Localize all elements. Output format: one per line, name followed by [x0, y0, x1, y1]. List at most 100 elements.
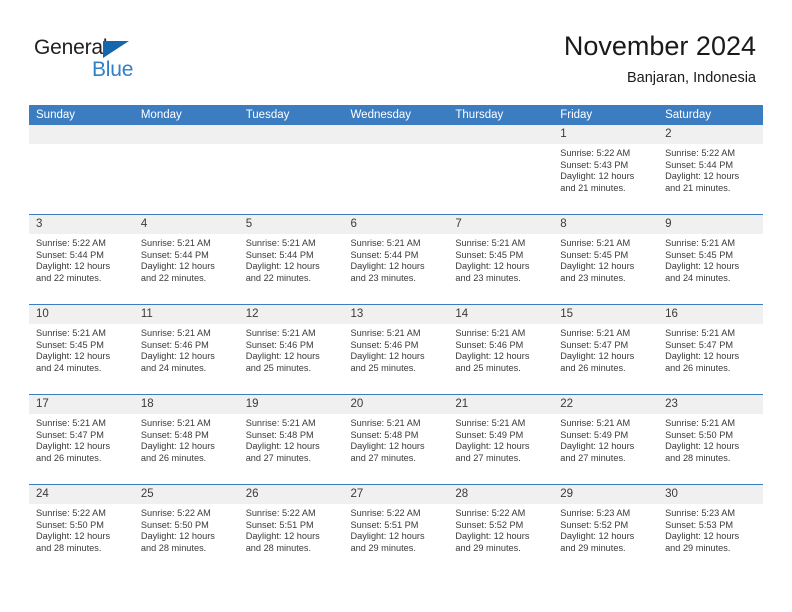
sunrise-text: Sunrise: 5:22 AM [350, 508, 421, 518]
title-block: November 2024 Banjaran, Indonesia [564, 30, 756, 88]
calendar-day-cell[interactable]: 28 Sunrise: 5:22 AM Sunset: 5:52 PM Dayligh… [448, 484, 554, 574]
calendar-cell-empty [343, 125, 449, 215]
daylight-text-line2: and 29 minutes. [350, 542, 416, 553]
calendar-day-cell[interactable]: 18 Sunrise: 5:21 AM Sunset: 5:48 PM Dayligh… [133, 394, 239, 485]
calendar-day-cell[interactable]: 20 Sunrise: 5:21 AM Sunset: 5:48 PM Dayligh… [343, 394, 449, 485]
sunrise-text: Sunrise: 5:21 AM [36, 418, 106, 428]
sunrise-text: Sunrise: 5:21 AM [455, 418, 526, 428]
calendar-day-cell[interactable]: 24 Sunrise: 5:22 AM Sunset: 5:50 PM Dayligh… [29, 484, 134, 574]
day-details: Sunrise: 5:22 AM Sunset: 5:50 PM Daylight:… [134, 504, 239, 554]
day-details: Sunrise: 5:21 AM Sunset: 5:45 PM Daylight:… [553, 234, 658, 284]
calendar-day-cell[interactable]: 13 Sunrise: 5:21 AM Sunset: 5:46 PM Dayligh… [343, 304, 449, 395]
calendar-day-cell[interactable]: 8 Sunrise: 5:21 AM Sunset: 5:45 PM Daylight… [553, 214, 659, 305]
sunset-text: Sunset: 5:47 PM [560, 339, 629, 350]
daylight-text-line2: and 26 minutes. [560, 362, 626, 373]
calendar-cell-empty [238, 125, 344, 215]
day-details: Sunrise: 5:21 AM Sunset: 5:44 PM Daylight:… [344, 234, 449, 284]
daylight-text-line2: and 21 minutes. [560, 182, 626, 193]
sunrise-text: Sunrise: 5:21 AM [140, 238, 211, 248]
calendar-day-cell[interactable]: 16 Sunrise: 5:21 AM Sunset: 5:47 PM Dayligh… [658, 304, 763, 395]
calendar-cell-empty [29, 125, 134, 215]
day-number: 11 [133, 305, 239, 324]
day-number: 2 [658, 125, 763, 144]
daylight-text-line1: Daylight: 12 hours [560, 261, 635, 272]
calendar-day-cell[interactable]: 4 Sunrise: 5:21 AM Sunset: 5:44 PM Daylight… [133, 214, 239, 305]
day-number: 28 [448, 485, 554, 504]
calendar-day-cell[interactable]: 5 Sunrise: 5:21 AM Sunset: 5:44 PM Daylight… [238, 214, 344, 305]
calendar-day-cell[interactable]: 27 Sunrise: 5:22 AM Sunset: 5:51 PM Dayligh… [343, 484, 449, 574]
weekday-header-tuesday: Tuesday [238, 105, 344, 125]
page-header: General Blue November 2024 Banjaran, Ind… [0, 0, 792, 104]
sunrise-text: Sunrise: 5:23 AM [560, 508, 631, 518]
sunset-text: Sunset: 5:44 PM [350, 249, 419, 260]
day-details: Sunrise: 5:21 AM Sunset: 5:45 PM Daylight:… [448, 234, 553, 284]
daylight-text-line2: and 22 minutes. [36, 272, 102, 283]
calendar-day-cell[interactable]: 15 Sunrise: 5:21 AM Sunset: 5:47 PM Dayligh… [553, 304, 659, 395]
daylight-text-line1: Daylight: 12 hours [140, 531, 215, 542]
day-number [238, 125, 344, 144]
calendar-day-cell[interactable]: 30 Sunrise: 5:23 AM Sunset: 5:53 PM Dayligh… [658, 484, 763, 574]
calendar-day-cell[interactable]: 19 Sunrise: 5:21 AM Sunset: 5:48 PM Dayligh… [238, 394, 344, 485]
day-details: Sunrise: 5:22 AM Sunset: 5:50 PM Daylight:… [29, 504, 134, 554]
day-details: Sunrise: 5:23 AM Sunset: 5:53 PM Daylight:… [658, 504, 763, 554]
calendar-day-cell[interactable]: 1 Sunrise: 5:22 AM Sunset: 5:43 PM Daylight… [553, 125, 659, 215]
calendar-day-cell[interactable]: 29 Sunrise: 5:23 AM Sunset: 5:52 PM Dayligh… [553, 484, 659, 574]
calendar-week-row: 1 Sunrise: 5:22 AM Sunset: 5:43 PM Daylight… [29, 125, 763, 215]
sunrise-text: Sunrise: 5:21 AM [350, 238, 421, 248]
calendar-day-cell[interactable]: 26 Sunrise: 5:22 AM Sunset: 5:51 PM Dayligh… [238, 484, 344, 574]
calendar-day-cell[interactable]: 6 Sunrise: 5:21 AM Sunset: 5:44 PM Daylight… [343, 214, 449, 305]
calendar-day-cell[interactable]: 22 Sunrise: 5:21 AM Sunset: 5:49 PM Dayligh… [553, 394, 659, 485]
calendar-day-cell[interactable]: 23 Sunrise: 5:21 AM Sunset: 5:50 PM Dayligh… [658, 394, 763, 485]
calendar-week-row: 24 Sunrise: 5:22 AM Sunset: 5:50 PM Dayligh… [29, 484, 763, 574]
daylight-text-line2: and 29 minutes. [455, 542, 521, 553]
day-details: Sunrise: 5:22 AM Sunset: 5:43 PM Daylight:… [553, 144, 658, 194]
sunset-text: Sunset: 5:51 PM [245, 519, 314, 530]
sunset-text: Sunset: 5:45 PM [665, 249, 733, 260]
calendar-day-cell[interactable]: 14 Sunrise: 5:21 AM Sunset: 5:46 PM Dayligh… [448, 304, 554, 395]
day-details: Sunrise: 5:21 AM Sunset: 5:46 PM Daylight:… [239, 324, 344, 374]
calendar-day-cell[interactable]: 25 Sunrise: 5:22 AM Sunset: 5:50 PM Dayligh… [133, 484, 239, 574]
daylight-text-line2: and 28 minutes. [140, 542, 207, 553]
sunrise-text: Sunrise: 5:22 AM [455, 508, 526, 518]
weekday-header-friday: Friday [553, 105, 659, 125]
calendar-table: Sunday Monday Tuesday Wednesday Thursday… [29, 105, 763, 574]
day-details: Sunrise: 5:21 AM Sunset: 5:48 PM Daylight:… [134, 414, 239, 464]
general-blue-logo[interactable]: General Blue [34, 36, 164, 84]
day-number: 25 [133, 485, 239, 504]
day-number: 9 [658, 215, 763, 234]
day-details: Sunrise: 5:22 AM Sunset: 5:44 PM Daylight:… [29, 234, 134, 284]
daylight-text-line2: and 28 minutes. [245, 542, 312, 553]
sunrise-text: Sunrise: 5:21 AM [455, 328, 526, 338]
daylight-text-line1: Daylight: 12 hours [36, 351, 111, 362]
calendar-day-cell[interactable]: 9 Sunrise: 5:21 AM Sunset: 5:45 PM Daylight… [658, 214, 763, 305]
daylight-text-line1: Daylight: 12 hours [560, 171, 635, 182]
calendar-day-cell[interactable]: 3 Sunrise: 5:22 AM Sunset: 5:44 PM Daylight… [29, 214, 134, 305]
day-number: 3 [29, 215, 134, 234]
day-details: Sunrise: 5:21 AM Sunset: 5:49 PM Daylight:… [448, 414, 553, 464]
calendar-week-row: 10 Sunrise: 5:21 AM Sunset: 5:45 PM Dayligh… [29, 304, 763, 395]
day-number: 13 [343, 305, 449, 324]
day-number: 1 [553, 125, 659, 144]
daylight-text-line2: and 23 minutes. [455, 272, 521, 283]
daylight-text-line1: Daylight: 12 hours [140, 441, 215, 452]
day-details: Sunrise: 5:21 AM Sunset: 5:46 PM Daylight:… [134, 324, 239, 374]
calendar-day-cell[interactable]: 17 Sunrise: 5:21 AM Sunset: 5:47 PM Dayligh… [29, 394, 134, 485]
day-number: 19 [238, 395, 344, 414]
calendar-day-cell[interactable]: 12 Sunrise: 5:21 AM Sunset: 5:46 PM Dayligh… [238, 304, 344, 395]
sunrise-text: Sunrise: 5:21 AM [350, 328, 421, 338]
daylight-text-line2: and 22 minutes. [245, 272, 312, 283]
day-number: 27 [343, 485, 449, 504]
day-number [29, 125, 134, 144]
sunset-text: Sunset: 5:48 PM [350, 429, 419, 440]
calendar-day-cell[interactable]: 7 Sunrise: 5:21 AM Sunset: 5:45 PM Daylight… [448, 214, 554, 305]
calendar-day-cell[interactable]: 21 Sunrise: 5:21 AM Sunset: 5:49 PM Dayligh… [448, 394, 554, 485]
calendar-day-cell[interactable]: 2 Sunrise: 5:22 AM Sunset: 5:44 PM Daylight… [658, 125, 763, 215]
sunset-text: Sunset: 5:48 PM [245, 429, 314, 440]
calendar-day-cell[interactable]: 11 Sunrise: 5:21 AM Sunset: 5:46 PM Dayligh… [133, 304, 239, 395]
day-details: Sunrise: 5:21 AM Sunset: 5:44 PM Daylight:… [134, 234, 239, 284]
sunset-text: Sunset: 5:48 PM [140, 429, 209, 440]
calendar-day-cell[interactable]: 10 Sunrise: 5:21 AM Sunset: 5:45 PM Dayligh… [29, 304, 134, 395]
daylight-text-line1: Daylight: 12 hours [140, 261, 215, 272]
sunset-text: Sunset: 5:43 PM [560, 159, 629, 170]
day-details: Sunrise: 5:21 AM Sunset: 5:47 PM Daylight:… [553, 324, 658, 374]
